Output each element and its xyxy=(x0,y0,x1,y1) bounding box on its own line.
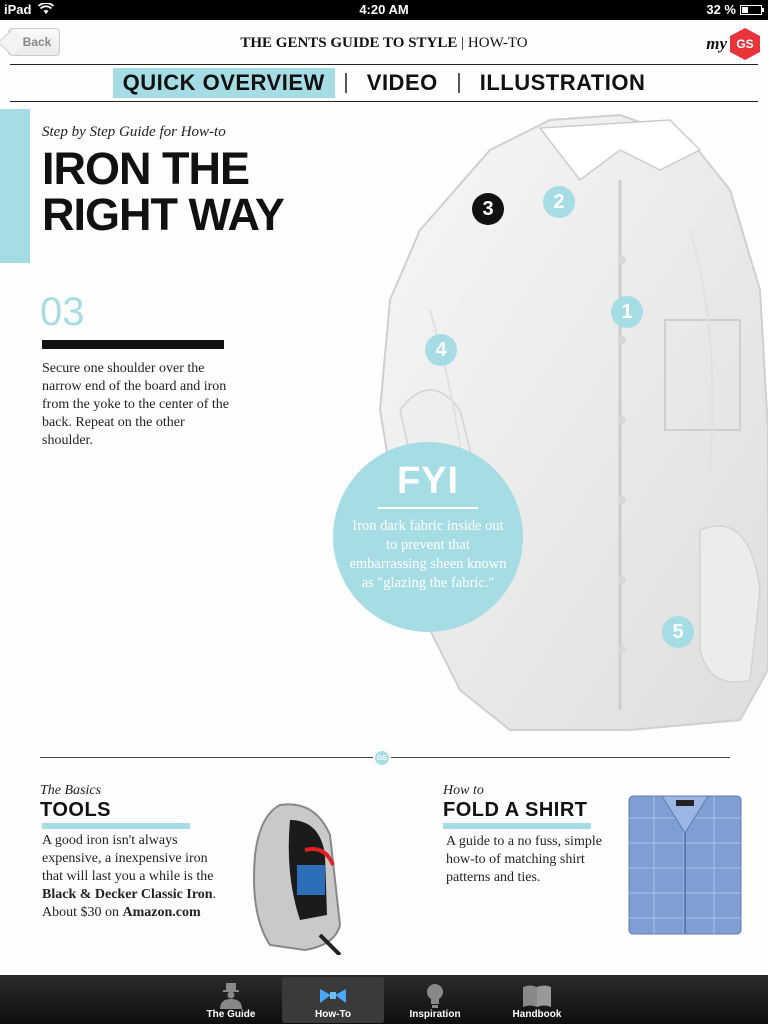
tab-handbook[interactable]: Handbook xyxy=(486,977,588,1023)
step-marker-3[interactable]: 3 xyxy=(472,193,504,225)
my-gs-button[interactable]: my GS xyxy=(706,28,760,60)
tools-store-name: Amazon.com xyxy=(122,905,201,920)
tools-text-part-1: A good iron isn't always expensive, a in… xyxy=(42,833,214,884)
status-bar: iPad 4:20 AM 32 % xyxy=(0,0,768,20)
tab-separator xyxy=(344,73,347,93)
step-marker-5[interactable]: 5 xyxy=(662,616,694,648)
tab-illustration[interactable]: ILLUSTRATION xyxy=(470,68,656,98)
battery-status: 32 % xyxy=(706,2,764,17)
tools-text: A good iron isn't always expensive, a in… xyxy=(42,832,232,922)
article-headline: IRON THE RIGHT WAY xyxy=(42,146,362,238)
my-label: my xyxy=(706,34,727,53)
gs-logo: GS xyxy=(730,28,760,60)
tab-inspiration[interactable]: Inspiration xyxy=(384,977,486,1023)
article-kicker: Step by Step Guide for How-to xyxy=(42,124,226,140)
book-icon xyxy=(522,983,552,1009)
fold-underline xyxy=(443,823,591,829)
step-description: Secure one shoulder over the narrow end … xyxy=(42,361,229,448)
title-section: HOW-TO xyxy=(467,35,528,51)
fold-kicker: How to xyxy=(443,783,484,798)
page: Back THE GENTS GUIDE TO STYLE | HOW-TO m… xyxy=(0,20,768,975)
page-title: THE GENTS GUIDE TO STYLE | HOW-TO xyxy=(240,35,528,51)
tab-separator xyxy=(457,73,460,93)
tab-video[interactable]: VIDEO xyxy=(357,68,448,98)
step-marker-4[interactable]: 4 xyxy=(425,334,457,366)
step-number: 03 xyxy=(40,290,85,334)
title-brand: THE GENTS GUIDE TO STYLE xyxy=(240,35,458,51)
battery-percent: 32 % xyxy=(706,2,736,17)
battery-icon xyxy=(740,4,764,15)
iron-image xyxy=(253,803,342,955)
tab-label: Handbook xyxy=(512,1009,562,1020)
clock: 4:20 AM xyxy=(359,2,409,17)
folded-shirt-image xyxy=(628,795,742,935)
step-underline xyxy=(42,340,224,349)
tab-label: Inspiration xyxy=(409,1009,461,1020)
fyi-bubble: FYI Iron dark fabric inside out to preve… xyxy=(333,442,523,632)
tools-underline xyxy=(42,823,190,829)
tools-kicker: The Basics xyxy=(40,783,102,798)
headline-line-2: RIGHT WAY xyxy=(42,189,285,240)
tab-the-guide[interactable]: The Guide xyxy=(180,977,282,1023)
tab-bar-top: QUICK OVERVIEW VIDEO ILLUSTRATION xyxy=(0,68,768,98)
bottom-tab-bar: The Guide How-To Inspiration Handbook xyxy=(0,975,768,1024)
divider-top xyxy=(10,64,758,65)
tab-label: How-To xyxy=(315,1009,351,1020)
bowtie-icon xyxy=(318,983,348,1009)
tab-label: The Guide xyxy=(206,1009,256,1020)
fyi-title: FYI xyxy=(396,460,460,502)
fold-text: A guide to a no fuss, simple how-to of m… xyxy=(446,834,602,885)
lightbulb-icon xyxy=(425,983,445,1009)
tools-title: TOOLS xyxy=(40,799,112,821)
tab-how-to[interactable]: How-To xyxy=(282,977,384,1023)
fyi-rule xyxy=(378,507,478,509)
divider-gs-logo: GS xyxy=(373,749,391,767)
headline-line-1: IRON THE xyxy=(42,143,250,194)
fold-title: FOLD A SHIRT xyxy=(443,799,588,821)
accent-bar xyxy=(0,109,30,263)
fyi-text: Iron dark fabric inside out to prevent t… xyxy=(349,518,507,591)
step-marker-1[interactable]: 1 xyxy=(611,296,643,328)
tools-product-name: Black & Decker Classic Iron xyxy=(42,887,213,902)
step-marker-2[interactable]: 2 xyxy=(543,186,575,218)
tab-quick-overview[interactable]: QUICK OVERVIEW xyxy=(112,68,335,98)
gentleman-icon xyxy=(217,983,245,1009)
divider-tabs xyxy=(10,101,758,102)
